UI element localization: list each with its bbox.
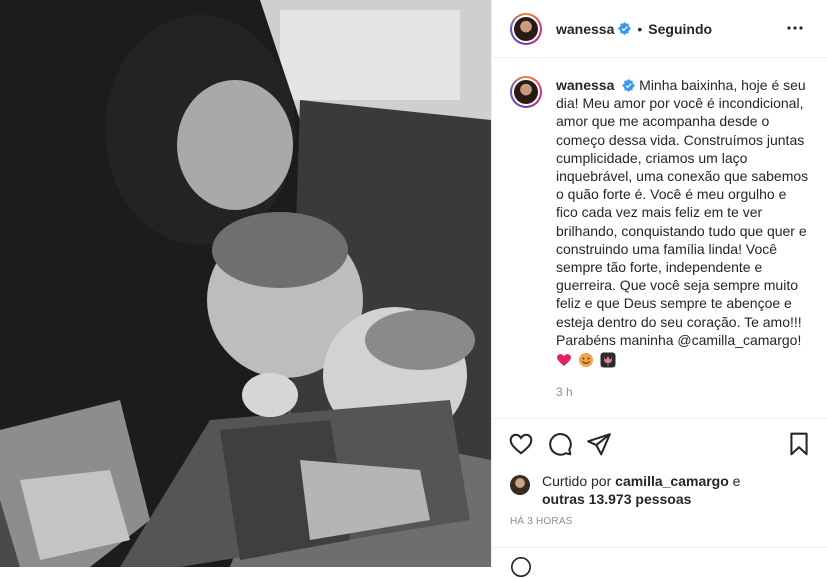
likes-text: Curtido por camilla_camargo e outras 13.… [542, 472, 762, 508]
caption-avatar[interactable] [510, 76, 542, 108]
instagram-post: wanessa • Seguindo wanessa Minha baixinh… [0, 0, 827, 577]
header-separator: • [637, 20, 643, 37]
post-photo-illustration [0, 0, 491, 567]
red-heart-emoji-icon [557, 354, 571, 367]
emoji-picker-icon[interactable] [510, 556, 532, 578]
author-avatar[interactable] [510, 12, 542, 45]
smiling-face-emoji-icon [578, 353, 593, 368]
save-bookmark-icon[interactable] [786, 431, 812, 457]
comment-bubble-icon[interactable] [547, 431, 573, 457]
caption-username[interactable]: wanessa [556, 77, 614, 93]
comment-bar [492, 547, 827, 577]
tulip-emoji-icon [600, 352, 616, 368]
following-button[interactable]: Seguindo [648, 21, 712, 37]
post-side-panel: wanessa • Seguindo wanessa Minha baixinh… [491, 0, 827, 577]
author-username[interactable]: wanessa [556, 21, 614, 37]
share-send-icon[interactable] [586, 431, 612, 457]
caption-emojis [556, 351, 810, 369]
liker-username[interactable]: camilla_camargo [615, 473, 729, 489]
post-photo[interactable] [0, 0, 491, 567]
likes-prefix: Curtido por [542, 473, 612, 489]
likes-others-link[interactable]: outras 13.973 pessoas [542, 491, 691, 507]
likes-summary: Curtido por camilla_camargo e outras 13.… [510, 472, 762, 508]
caption-verified-badge-icon [622, 79, 636, 92]
caption-text: Minha baixinha, hoje é seu dia! Meu amor… [556, 77, 809, 348]
liker-avatar[interactable] [510, 475, 530, 495]
likes-conjunction: e [732, 473, 741, 489]
caption-body: wanessa Minha baixinha, hoje é seu dia! … [556, 76, 810, 401]
like-heart-icon[interactable] [508, 431, 534, 457]
post-header: wanessa • Seguindo [492, 0, 827, 58]
more-options-icon [787, 26, 803, 30]
caption: wanessa Minha baixinha, hoje é seu dia! … [510, 76, 810, 401]
post-timestamp[interactable]: HÁ 3 HORAS [510, 516, 573, 527]
action-bar [492, 418, 827, 468]
more-options-button[interactable] [784, 18, 806, 38]
verified-badge-icon [618, 22, 632, 35]
caption-time: 3 h [556, 385, 573, 400]
